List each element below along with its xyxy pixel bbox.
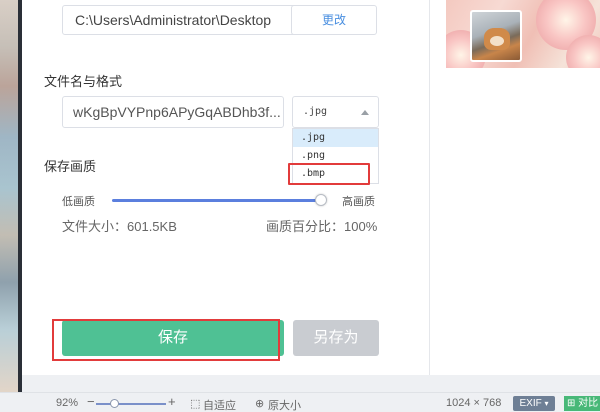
bmp-highlight-box [288,163,370,185]
dog-image [484,28,510,50]
filename-input[interactable]: wKgBpVYPnp6APyGqABDhb3f... [62,96,284,128]
background-strip [0,0,22,392]
change-path-button[interactable]: 更改 [291,5,377,35]
quality-percent-text: 画质百分比：100% [266,219,378,234]
fit-to-window-button[interactable]: 自适应 [203,397,236,412]
format-select[interactable]: .jpg [292,96,379,128]
preview-image [446,0,600,68]
file-size-text: 文件大小：601.5KB [62,219,177,234]
compare-button[interactable]: ⊞ 对比 [564,396,600,411]
exif-button[interactable]: EXIF ▾ [513,396,555,411]
low-quality-label: 低画质 [62,196,95,208]
compare-label: 对比 [578,398,599,409]
zoom-icon: ⊕ [255,398,265,410]
quality-slider-knob[interactable] [315,194,327,206]
status-bar: 92% − + ⬚ 自适应 ⊕ 原大小 1024 × 768 EXIF ▾ ⊞ … [0,392,600,412]
fit-icon: ⬚ [190,398,201,410]
high-quality-label: 高画质 [342,196,375,208]
caret-up-icon [361,110,369,115]
chevron-down-icon: ▾ [544,399,549,408]
save-highlight-box [52,319,280,361]
format-option-jpg[interactable]: .jpg [293,129,378,147]
save-as-button[interactable]: 另存为 [293,320,379,356]
image-dimensions: 1024 × 768 [446,397,502,409]
format-select-value: .jpg [303,106,328,117]
zoom-out-icon[interactable]: − [87,394,95,409]
quality-label: 保存画质 [44,159,97,174]
exif-label: EXIF [519,398,542,409]
save-path-field[interactable]: C:\Users\Administrator\Desktop [62,5,306,35]
quality-slider-row: 低画质 高画质 [62,190,382,210]
preview-thumbnail[interactable] [470,10,522,62]
filename-format-label: 文件名与格式 [44,74,123,89]
original-size-button[interactable]: 原大小 [268,397,301,412]
preview-panel [430,0,600,375]
zoom-slider-knob[interactable] [110,399,119,408]
compare-icon: ⊞ [567,398,576,409]
zoom-slider-track[interactable] [96,403,166,405]
quality-slider-track[interactable] [112,199,322,202]
zoom-level: 92% [56,397,79,409]
zoom-in-icon[interactable]: + [168,394,176,409]
